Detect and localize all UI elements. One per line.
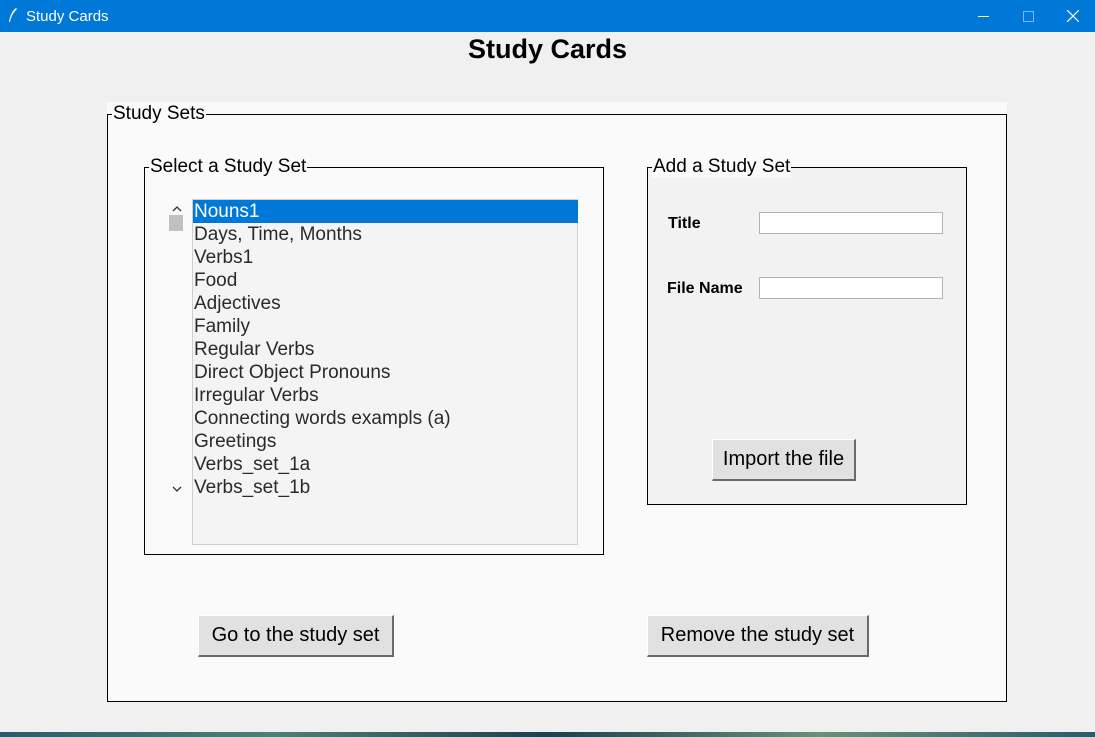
minimize-icon (977, 15, 989, 17)
minimize-button[interactable] (960, 0, 1006, 32)
close-icon (1067, 10, 1079, 22)
file-name-label: File Name (667, 280, 743, 297)
go-to-study-set-button[interactable]: Go to the study set (198, 615, 394, 657)
feather-app-icon (9, 8, 17, 22)
list-item[interactable]: Food (193, 269, 578, 292)
list-item[interactable]: Verbs1 (193, 246, 578, 269)
page-title: Study Cards (467, 34, 628, 64)
scroll-up-arrow-icon[interactable] (170, 202, 184, 216)
maximize-button[interactable] (1005, 0, 1051, 32)
desktop-background-strip (0, 732, 1095, 737)
file-name-input[interactable] (759, 277, 943, 299)
study-sets-legend: Study Sets (112, 103, 206, 125)
title-label: Title (668, 215, 701, 232)
close-button[interactable] (1050, 0, 1095, 32)
window-title: Study Cards (26, 8, 109, 25)
list-item[interactable]: Days, Time, Months (193, 223, 578, 246)
maximize-icon (1022, 10, 1034, 22)
add-study-set-legend: Add a Study Set (652, 156, 792, 178)
list-item[interactable]: Direct Object Pronouns (193, 361, 578, 384)
list-item[interactable]: Verbs_set_1b (193, 476, 578, 499)
study-set-listbox[interactable]: Nouns1 Days, Time, Months Verbs1 Food Ad… (192, 199, 578, 545)
list-item[interactable]: Irregular Verbs (193, 384, 578, 407)
remove-study-set-button[interactable]: Remove the study set (647, 615, 869, 657)
list-item[interactable]: Family (193, 315, 578, 338)
window-titlebar: Study Cards (0, 0, 1095, 32)
list-item-selected[interactable]: Nouns1 (193, 200, 578, 223)
scroll-down-arrow-icon[interactable] (170, 482, 184, 496)
title-input[interactable] (759, 212, 943, 234)
import-file-button[interactable]: Import the file (712, 439, 856, 481)
select-study-set-legend: Select a Study Set (149, 156, 308, 178)
list-item[interactable]: Regular Verbs (193, 338, 578, 361)
list-item[interactable]: Verbs_set_1a (193, 453, 578, 476)
list-item[interactable]: Adjectives (193, 292, 578, 315)
scrollbar-thumb[interactable] (169, 215, 183, 231)
list-item[interactable]: Greetings (193, 430, 578, 453)
list-item[interactable]: Connecting words exampls (a) (193, 407, 578, 430)
